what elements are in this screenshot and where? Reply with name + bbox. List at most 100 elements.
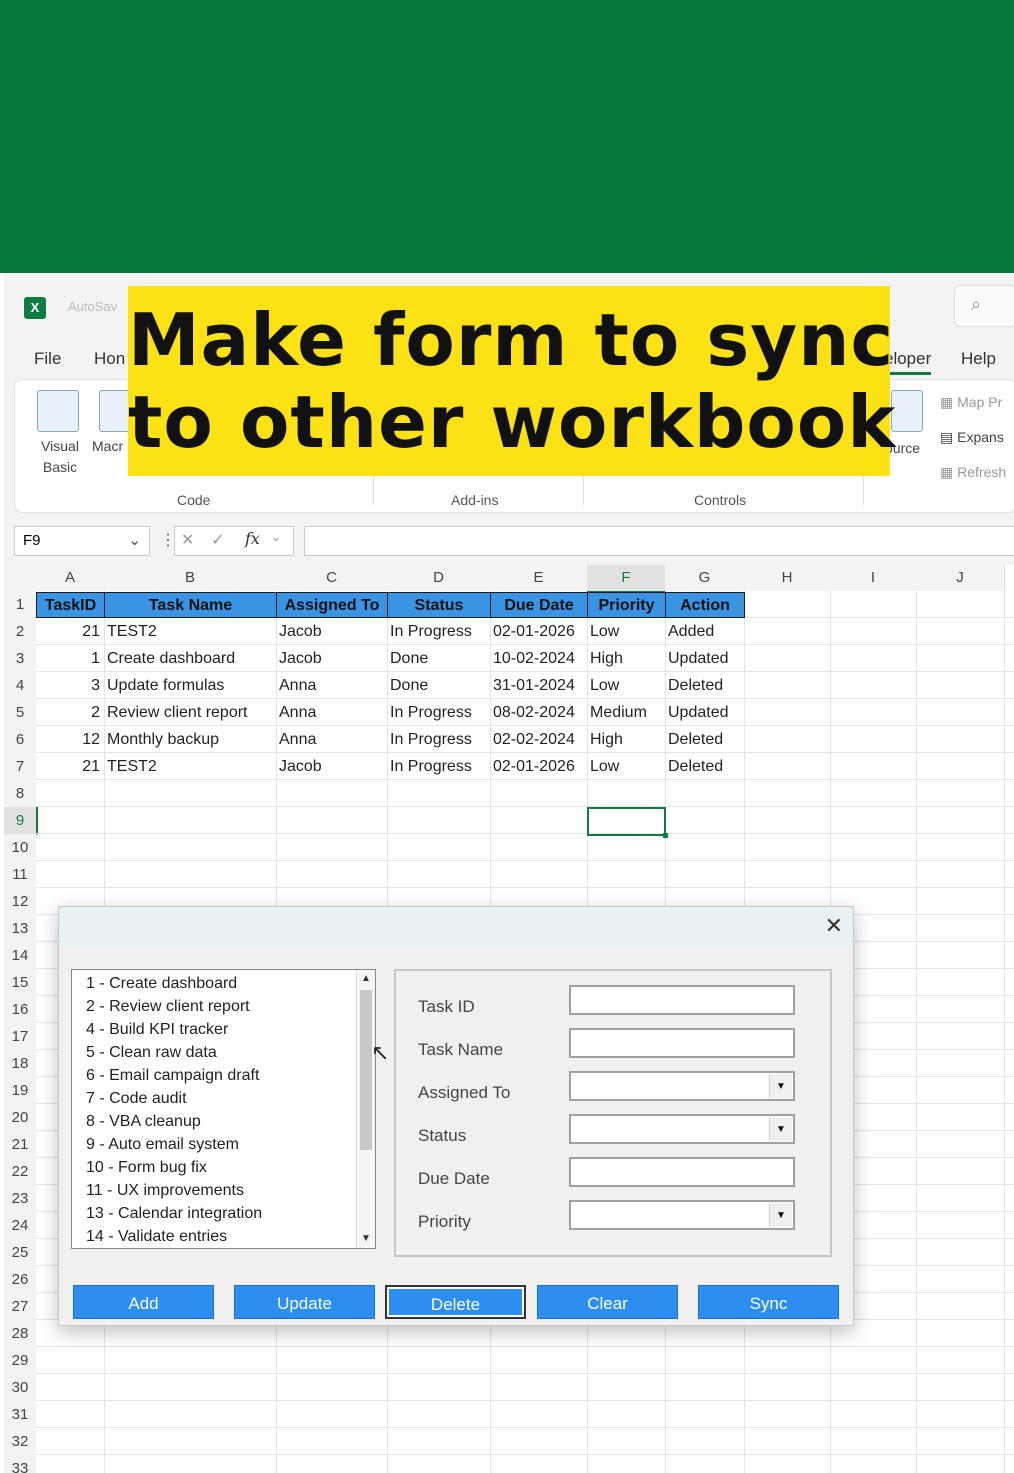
- table-cell[interactable]: Done: [390, 645, 490, 672]
- list-item[interactable]: 5 - Clean raw data: [86, 1044, 217, 1067]
- list-item[interactable]: 11 - UX improvements: [86, 1182, 244, 1205]
- column-header-j[interactable]: J: [916, 565, 1005, 591]
- menu-file[interactable]: File: [34, 349, 61, 369]
- table-cell[interactable]: Medium: [590, 699, 665, 726]
- autosave-label[interactable]: AutoSav: [68, 299, 117, 314]
- column-header-a[interactable]: A: [36, 565, 105, 591]
- table-cell[interactable]: Jacob: [279, 753, 387, 780]
- table-cell[interactable]: Low: [590, 753, 665, 780]
- list-item[interactable]: 8 - VBA cleanup: [86, 1113, 201, 1136]
- table-cell[interactable]: 02-01-2026: [493, 618, 587, 645]
- row-header-17[interactable]: 17: [4, 1023, 36, 1051]
- task-listbox[interactable]: ▲ ▼ 1 - Create dashboard 2 - Review clien…: [71, 969, 376, 1249]
- column-header-f[interactable]: F: [587, 565, 666, 593]
- list-item[interactable]: 2 - Review client report: [86, 998, 250, 1021]
- row-header-19[interactable]: 19: [4, 1077, 36, 1105]
- row-header-31[interactable]: 31: [4, 1401, 36, 1429]
- row-header-9[interactable]: 9: [4, 807, 38, 835]
- visual-basic-icon[interactable]: [37, 390, 79, 432]
- table-cell[interactable]: Anna: [279, 726, 387, 753]
- list-item[interactable]: 4 - Build KPI tracker: [86, 1021, 228, 1044]
- table-header-cell[interactable]: Due Date: [490, 592, 588, 618]
- name-box[interactable]: F9 ⌄: [14, 526, 150, 556]
- column-header-d[interactable]: D: [387, 565, 491, 591]
- insert-function-icon[interactable]: fx: [245, 529, 260, 548]
- dropdown-arrow-icon[interactable]: ▼: [769, 1074, 792, 1098]
- row-header-5[interactable]: 5: [4, 699, 36, 727]
- table-header-cell[interactable]: Action: [665, 592, 745, 618]
- table-cell[interactable]: 08-02-2024: [493, 699, 587, 726]
- list-item[interactable]: 14 - Validate entries: [86, 1228, 227, 1248]
- list-item[interactable]: 1 - Create dashboard: [86, 975, 237, 998]
- visual-basic-button[interactable]: Visual Basic: [35, 436, 85, 478]
- table-cell[interactable]: Monthly backup: [107, 726, 276, 753]
- row-header-22[interactable]: 22: [4, 1158, 36, 1186]
- macros-icon[interactable]: [99, 390, 131, 432]
- table-cell[interactable]: Updated: [668, 699, 744, 726]
- search-box[interactable]: ⌕: [954, 285, 1014, 327]
- close-icon[interactable]: ✕: [825, 913, 843, 939]
- add-button[interactable]: Add: [73, 1285, 214, 1319]
- table-cell[interactable]: 02-01-2026: [493, 753, 587, 780]
- table-cell[interactable]: Update formulas: [107, 672, 276, 699]
- scroll-thumb[interactable]: [360, 990, 372, 1150]
- table-header-cell[interactable]: Priority: [587, 592, 666, 618]
- menu-help[interactable]: Help: [961, 349, 996, 369]
- menu-home[interactable]: Hon: [94, 349, 125, 369]
- table-cell[interactable]: Deleted: [668, 672, 744, 699]
- column-header-h[interactable]: H: [744, 565, 831, 591]
- column-header-i[interactable]: I: [830, 565, 917, 591]
- sync-button[interactable]: Sync: [698, 1285, 839, 1319]
- table-cell[interactable]: 21: [36, 618, 100, 645]
- dropdown-arrow-icon[interactable]: ▼: [769, 1203, 792, 1227]
- macros-button[interactable]: Macr: [92, 436, 123, 457]
- row-header-3[interactable]: 3: [4, 645, 36, 673]
- scroll-down-icon[interactable]: ▼: [357, 1230, 375, 1248]
- priority-combo[interactable]: ▼: [569, 1200, 795, 1230]
- due-date-field[interactable]: [569, 1157, 795, 1187]
- task-id-field[interactable]: [569, 985, 795, 1015]
- cancel-icon[interactable]: ✕: [181, 530, 194, 550]
- table-cell[interactable]: TEST2: [107, 753, 276, 780]
- table-cell[interactable]: Deleted: [668, 726, 744, 753]
- table-cell[interactable]: Low: [590, 618, 665, 645]
- table-cell[interactable]: 21: [36, 753, 100, 780]
- row-header-18[interactable]: 18: [4, 1050, 36, 1078]
- table-cell[interactable]: 31-01-2024: [493, 672, 587, 699]
- refresh-data-button[interactable]: ▦ Refresh: [940, 462, 1006, 483]
- row-header-21[interactable]: 21: [4, 1131, 36, 1159]
- list-item[interactable]: 7 - Code audit: [86, 1090, 187, 1113]
- list-item[interactable]: 10 - Form bug fix: [86, 1159, 207, 1182]
- row-header-1[interactable]: 1: [4, 591, 36, 619]
- table-cell[interactable]: 1: [36, 645, 100, 672]
- table-cell[interactable]: 3: [36, 672, 100, 699]
- table-cell[interactable]: 10-02-2024: [493, 645, 587, 672]
- list-item[interactable]: 9 - Auto email system: [86, 1136, 239, 1159]
- table-cell[interactable]: Deleted: [668, 753, 744, 780]
- table-cell[interactable]: High: [590, 726, 665, 753]
- table-cell[interactable]: Anna: [279, 672, 387, 699]
- table-cell[interactable]: Low: [590, 672, 665, 699]
- table-cell[interactable]: Jacob: [279, 618, 387, 645]
- table-cell[interactable]: Review client report: [107, 699, 276, 726]
- row-header-16[interactable]: 16: [4, 996, 36, 1024]
- table-cell[interactable]: Added: [668, 618, 744, 645]
- list-item[interactable]: 6 - Email campaign draft: [86, 1067, 259, 1090]
- table-cell[interactable]: 2: [36, 699, 100, 726]
- row-header-2[interactable]: 2: [4, 618, 36, 646]
- column-header-e[interactable]: E: [490, 565, 588, 591]
- table-cell[interactable]: Jacob: [279, 645, 387, 672]
- listbox-scrollbar[interactable]: ▲ ▼: [356, 970, 375, 1248]
- table-cell[interactable]: TEST2: [107, 618, 276, 645]
- table-header-cell[interactable]: TaskID: [36, 592, 105, 618]
- table-cell[interactable]: In Progress: [390, 618, 490, 645]
- row-header-30[interactable]: 30: [4, 1374, 36, 1402]
- assigned-to-combo[interactable]: ▼: [569, 1071, 795, 1101]
- dropdown-arrow-icon[interactable]: ▼: [769, 1117, 792, 1141]
- row-header-26[interactable]: 26: [4, 1266, 36, 1294]
- scroll-up-icon[interactable]: ▲: [357, 970, 375, 988]
- row-header-25[interactable]: 25: [4, 1239, 36, 1267]
- row-header-7[interactable]: 7: [4, 753, 36, 781]
- row-header-23[interactable]: 23: [4, 1185, 36, 1213]
- row-header-20[interactable]: 20: [4, 1104, 36, 1132]
